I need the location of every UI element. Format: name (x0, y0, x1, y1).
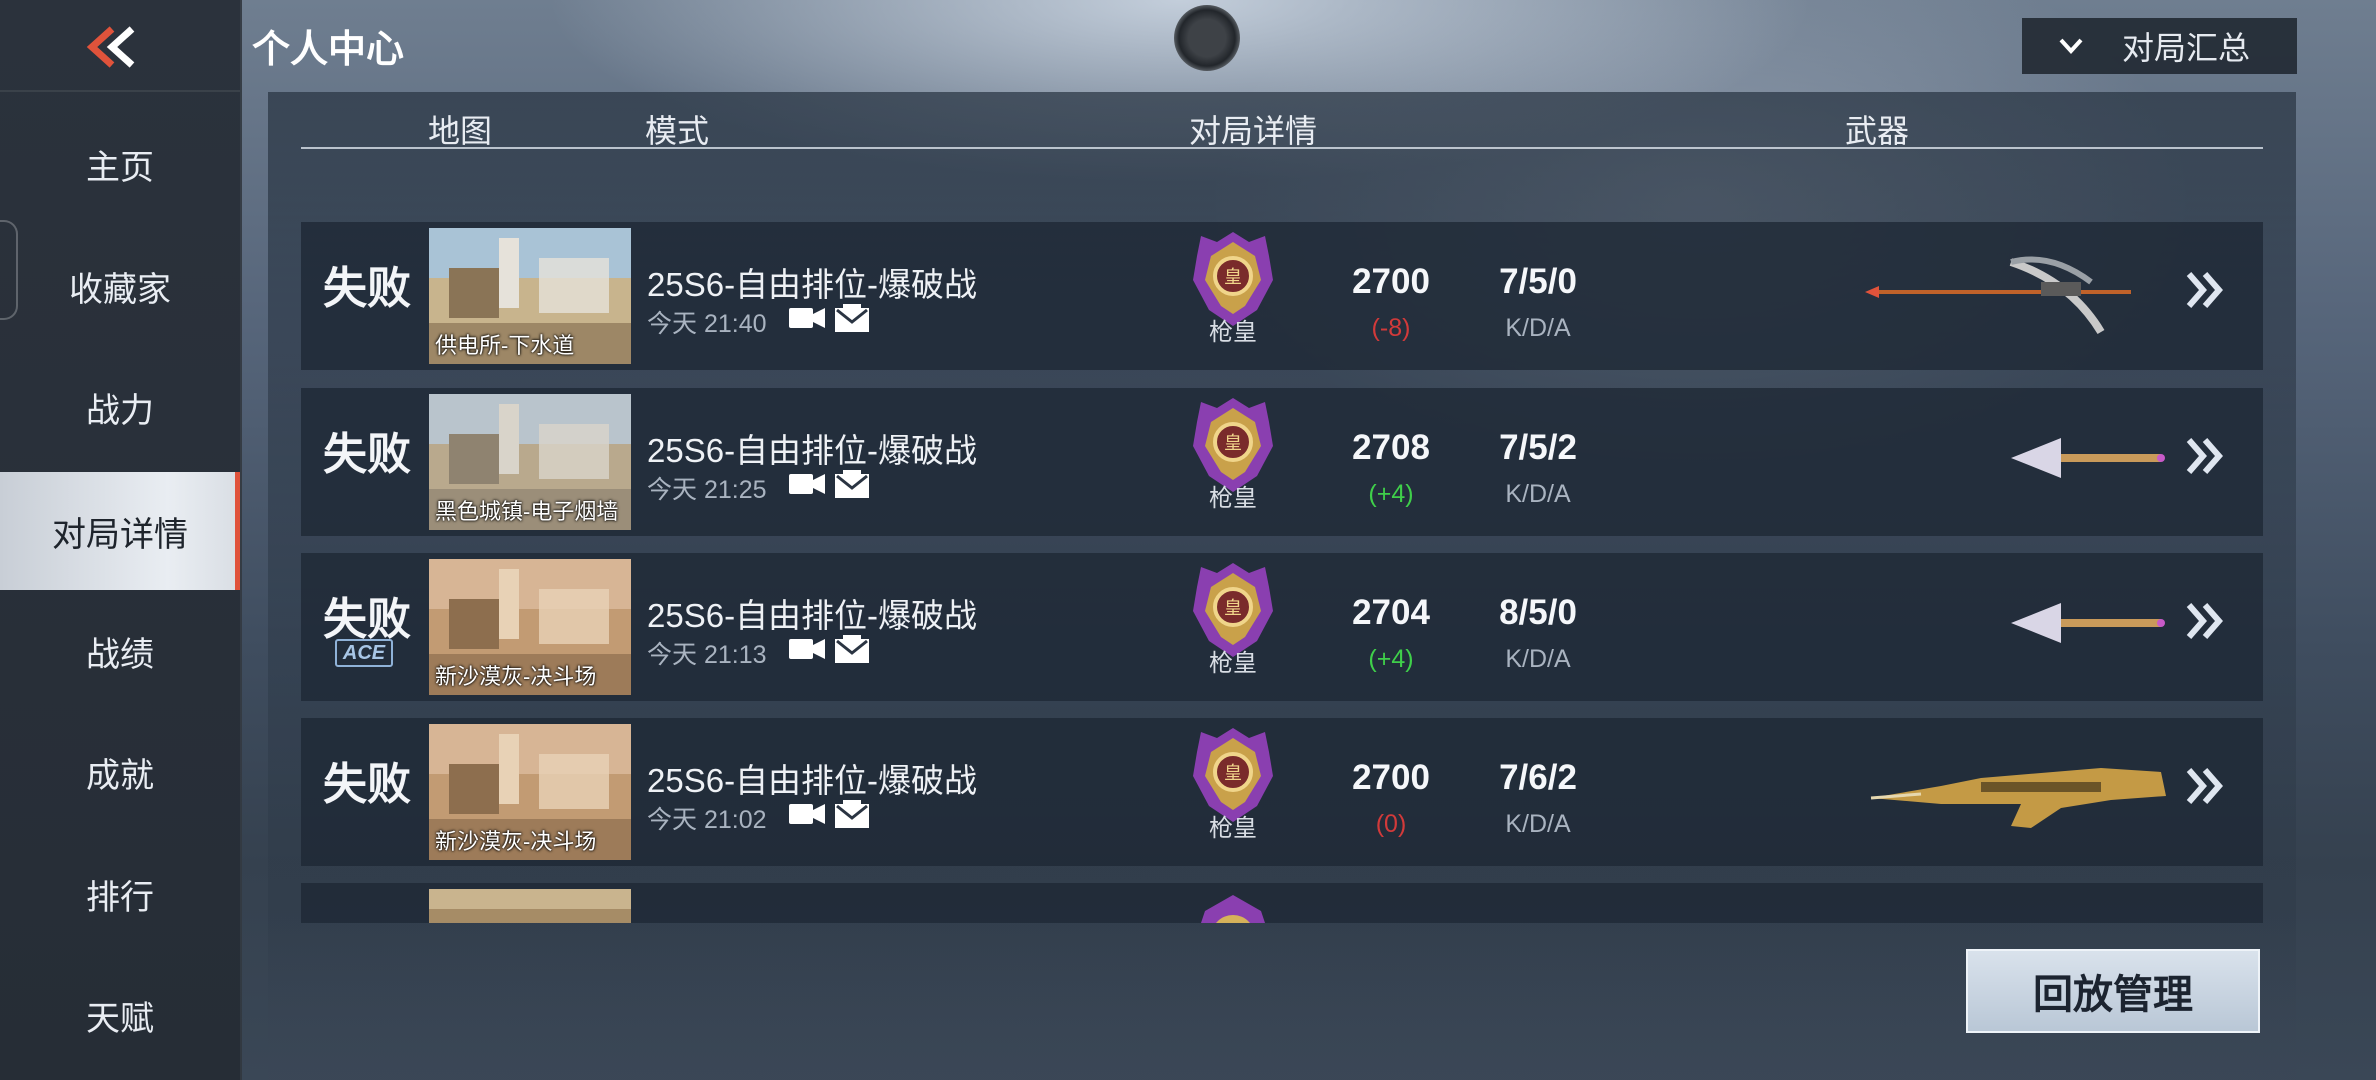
kda-value: 8/5/0 (1499, 593, 1577, 632)
video-camera-icon[interactable] (789, 637, 825, 661)
share-icon[interactable] (835, 304, 869, 334)
sidebar-item-home[interactable]: 主页 (0, 105, 240, 223)
svg-text:皇: 皇 (1224, 433, 1242, 454)
rank-name: 枪皇 (1209, 485, 1257, 512)
golden-rifle-weapon-icon (1861, 738, 2181, 838)
column-header-details: 对局详情 (1189, 113, 1318, 149)
match-row[interactable]: 失败 新沙漠灰-决斗场 25S6-自由排位-爆破战 今天 21:02 皇 枪皇 … (301, 718, 2263, 866)
double-chevron-right-icon[interactable] (2185, 766, 2225, 806)
share-icon[interactable] (835, 470, 869, 500)
map-thumbnail (429, 889, 631, 923)
horn-weapon-icon (1861, 573, 2181, 673)
rank-name: 枪皇 (1209, 815, 1257, 842)
match-result: 失败 (323, 430, 411, 479)
double-chevron-right-icon[interactable] (2185, 436, 2225, 476)
map-name: 新沙漠灰-决斗场 (435, 829, 597, 854)
kda-value: 7/5/0 (1499, 262, 1577, 301)
match-result: 失败 (323, 595, 411, 644)
sidebar-item-record[interactable]: 战绩 (0, 592, 240, 710)
kda-label: K/D/A (1505, 314, 1571, 342)
map-name: 新沙漠灰-决斗场 (435, 664, 597, 689)
ace-badge: ACE (335, 639, 393, 667)
svg-text:皇: 皇 (1224, 763, 1242, 784)
camera-button[interactable] (1174, 5, 1240, 71)
match-result: 失败 (323, 264, 411, 313)
rank-name: 枪皇 (1209, 650, 1257, 677)
kda-label: K/D/A (1505, 480, 1571, 508)
match-row-partial[interactable] (301, 883, 2263, 923)
bow-weapon-icon (1861, 242, 2181, 342)
game-mode: 25S6-自由排位-爆破战 (647, 597, 978, 634)
map-thumbnail: 新沙漠灰-决斗场 (429, 724, 631, 860)
score-change: (+4) (1368, 645, 1414, 673)
sidebar-item-label: 排行 (86, 878, 154, 917)
score-change: (-8) (1371, 314, 1411, 342)
map-name: 黑色城镇-电子烟墙 (435, 499, 619, 524)
svg-text:皇: 皇 (1224, 267, 1242, 288)
double-chevron-right-icon[interactable] (2185, 601, 2225, 641)
rank-badge-icon (1201, 895, 1265, 923)
double-chevron-right-icon[interactable] (2185, 270, 2225, 310)
kda-value: 7/5/2 (1499, 428, 1577, 467)
match-time: 今天 21:02 (647, 806, 767, 834)
match-summary-label: 对局汇总 (2122, 30, 2251, 66)
rank-score: 2708 (1352, 428, 1430, 467)
sidebar-item-label: 成就 (86, 756, 154, 795)
map-thumbnail: 黑色城镇-电子烟墙 (429, 394, 631, 530)
match-summary-dropdown[interactable]: 对局汇总 (2022, 18, 2297, 74)
game-mode: 25S6-自由排位-爆破战 (647, 266, 978, 303)
horn-weapon-icon (1861, 408, 2181, 508)
rank-score: 2700 (1352, 758, 1430, 797)
match-time: 今天 21:40 (647, 310, 767, 338)
video-camera-icon[interactable] (789, 802, 825, 826)
share-icon[interactable] (835, 635, 869, 665)
rank-score: 2700 (1352, 262, 1430, 301)
svg-text:皇: 皇 (1224, 598, 1242, 619)
sidebar-item-label: 天赋 (86, 999, 154, 1038)
kda-value: 7/6/2 (1499, 758, 1577, 797)
video-camera-icon[interactable] (789, 306, 825, 330)
kda-label: K/D/A (1505, 810, 1571, 838)
sidebar: 主页 收藏家 战力 对局详情 战绩 成就 排行 天赋 (0, 0, 242, 1080)
game-mode: 25S6-自由排位-爆破战 (647, 762, 978, 799)
match-result: 失败 (323, 760, 411, 809)
score-change: (0) (1375, 810, 1407, 838)
sidebar-item-ranking[interactable]: 排行 (0, 835, 240, 953)
double-chevron-left-icon (86, 26, 135, 68)
sidebar-item-label: 收藏家 (69, 270, 171, 309)
sidebar-item-power[interactable]: 战力 (0, 348, 240, 466)
rank-name: 枪皇 (1209, 319, 1257, 346)
match-row[interactable]: 失败 ACE 新沙漠灰-决斗场 25S6-自由排位-爆破战 今天 21:13 皇… (301, 553, 2263, 701)
page-title: 个人中心 (252, 29, 405, 71)
column-header-map: 地图 (428, 113, 493, 149)
sidebar-item-talent[interactable]: 天赋 (0, 956, 240, 1074)
map-thumbnail: 供电所-下水道 (429, 228, 631, 364)
rank-score: 2704 (1352, 593, 1430, 632)
header-divider (301, 147, 2263, 149)
match-row[interactable]: 失败 供电所-下水道 25S6-自由排位-爆破战 今天 21:40 皇 枪皇 2… (301, 222, 2263, 370)
column-header-mode: 模式 (645, 113, 710, 149)
sidebar-item-label: 对局详情 (52, 515, 188, 554)
sidebar-item-match-details[interactable]: 对局详情 (0, 472, 240, 590)
sidebar-item-label: 战绩 (86, 635, 154, 674)
match-row[interactable]: 失败 黑色城镇-电子烟墙 25S6-自由排位-爆破战 今天 21:25 皇 枪皇 (301, 388, 2263, 536)
match-time: 今天 21:13 (647, 641, 767, 669)
score-change: (+4) (1368, 480, 1414, 508)
replay-management-button[interactable]: 回放管理 (1966, 949, 2260, 1033)
map-name: 供电所-下水道 (435, 333, 575, 358)
chevron-down-icon (2059, 38, 2083, 54)
kda-label: K/D/A (1505, 645, 1571, 673)
sidebar-item-achievements[interactable]: 成就 (0, 713, 240, 831)
back-button[interactable] (0, 0, 240, 92)
video-camera-icon[interactable] (789, 472, 825, 496)
column-header-weapon: 武器 (1845, 113, 1910, 149)
sidebar-item-collector[interactable]: 收藏家 (0, 227, 240, 345)
sidebar-item-label: 主页 (86, 148, 154, 187)
sidebar-item-label: 战力 (86, 391, 154, 430)
game-mode: 25S6-自由排位-爆破战 (647, 432, 978, 469)
match-time: 今天 21:25 (647, 476, 767, 504)
share-icon[interactable] (835, 800, 869, 830)
map-thumbnail: 新沙漠灰-决斗场 (429, 559, 631, 695)
